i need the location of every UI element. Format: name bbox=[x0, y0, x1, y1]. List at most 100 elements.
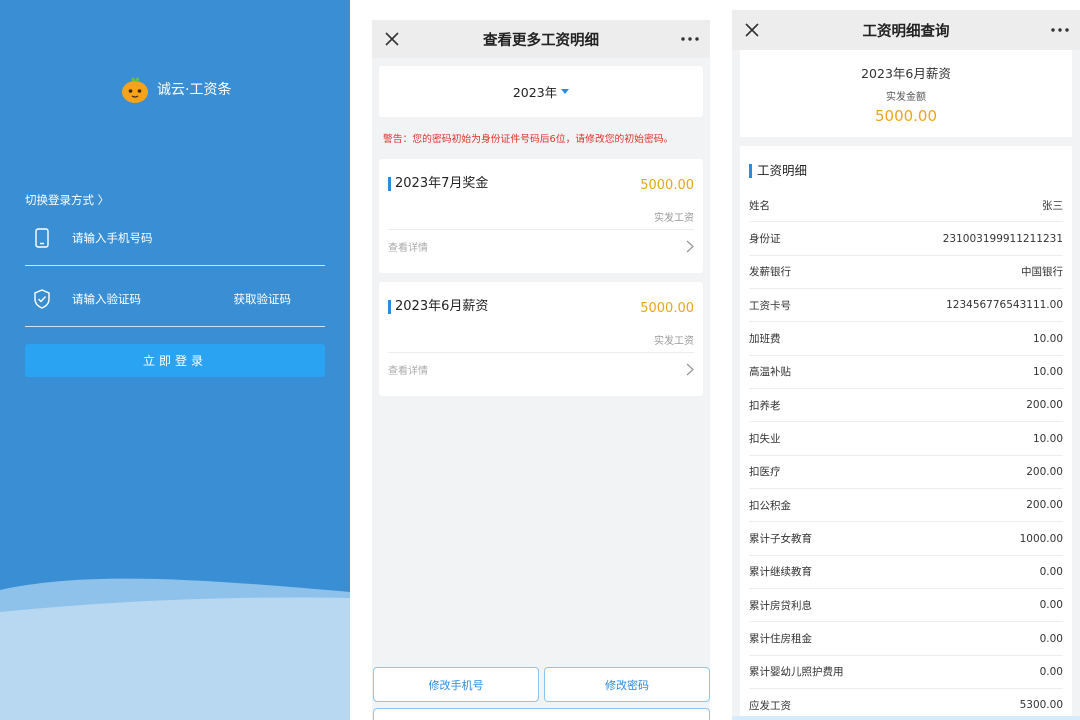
payslip-card: 2023年6月薪资 5000.00 实发工资 查看详情 bbox=[379, 282, 703, 396]
row-value: 0.00 bbox=[1039, 665, 1063, 678]
detail-row: 姓名 张三 bbox=[749, 189, 1063, 223]
navbar: 工资明细查询 bbox=[732, 10, 1080, 50]
paid-amount-label: 实发金额 bbox=[886, 92, 926, 103]
row-value: 0.00 bbox=[1039, 599, 1063, 612]
detail-rows: 姓名 张三 身份证 231003199911211231 发薪银行 中国银行 工资卡号… bbox=[749, 189, 1063, 720]
year-value: 2023年 bbox=[512, 85, 558, 100]
row-label: 发薪银行 bbox=[749, 266, 791, 279]
detail-row: 扣公积金 200.00 bbox=[749, 489, 1063, 523]
detail-row: 扣失业 10.00 bbox=[749, 422, 1063, 456]
detail-row: 累计住房租金 0.00 bbox=[749, 622, 1063, 656]
row-value: 5300.00 bbox=[1019, 699, 1063, 712]
bottom-edge bbox=[732, 716, 1080, 720]
page-title: 工资明细查询 bbox=[862, 23, 950, 40]
row-value: 10.00 bbox=[1032, 332, 1063, 345]
row-value: 10.00 bbox=[1032, 365, 1063, 378]
pay-month: 2023年6月薪资 bbox=[861, 66, 951, 81]
brand-name: 诚云·工资条 bbox=[157, 82, 232, 98]
orange-mascot-logo bbox=[122, 77, 148, 103]
detail-row: 高温补贴 10.00 bbox=[749, 356, 1063, 390]
row-label: 应发工资 bbox=[749, 699, 791, 712]
switch-login-method-link[interactable]: 切换登录方式 〉 bbox=[25, 192, 109, 208]
year-selector[interactable]: 2023年 bbox=[379, 66, 703, 117]
view-details-label: 查看详情 bbox=[388, 365, 428, 377]
detail-row: 加班费 10.00 bbox=[749, 322, 1063, 356]
view-details-label: 查看详情 bbox=[388, 242, 428, 254]
row-label: 累计子女教育 bbox=[749, 533, 812, 546]
payslip-list-screen: 查看更多工资明细 2023年 警告：您的密码初始为身份证件号码后6位，请修改您的… bbox=[372, 20, 710, 720]
detail-row: 工资卡号 123456776543111.00 bbox=[749, 289, 1063, 323]
caret-down-icon bbox=[561, 89, 570, 94]
pay-detail-card: 工资明细 姓名 张三 身份证 231003199911211231 发薪银行 中国银行… bbox=[740, 146, 1072, 720]
row-label: 工资卡号 bbox=[749, 299, 791, 312]
verification-code-input[interactable]: 请输入验证码 获取验证码 bbox=[25, 271, 325, 327]
brand: 诚云·工资条 bbox=[120, 74, 231, 104]
detail-row: 扣医疗 200.00 bbox=[749, 456, 1063, 490]
close-icon[interactable] bbox=[742, 23, 762, 37]
phone-input[interactable]: 请输入手机号码 bbox=[25, 210, 325, 266]
login-screen: 诚云·工资条 切换登录方式 〉 请输入手机号码 请输入验证码 获取验证码 立即登… bbox=[0, 0, 350, 720]
payslip-detail-screen: 工资明细查询 2023年6月薪资 实发金额 5000.00 工资明细 姓名 张三 … bbox=[732, 10, 1080, 720]
change-password-button[interactable]: 修改密码 bbox=[544, 667, 710, 702]
detail-row: 扣养老 200.00 bbox=[749, 389, 1063, 423]
more-icon[interactable] bbox=[680, 37, 700, 41]
row-label: 累计婴幼儿照护费用 bbox=[749, 666, 844, 679]
row-value: 200.00 bbox=[1026, 399, 1063, 412]
detail-row: 身份证 231003199911211231 bbox=[749, 222, 1063, 256]
detail-row: 累计继续教育 0.00 bbox=[749, 556, 1063, 590]
row-value: 0.00 bbox=[1039, 565, 1063, 578]
phone-placeholder: 请输入手机号码 bbox=[72, 230, 153, 245]
row-label: 扣公积金 bbox=[749, 499, 791, 512]
password-warning: 警告：您的密码初始为身份证件号码后6位，请修改您的初始密码。 bbox=[383, 134, 674, 145]
detail-row: 累计婴幼儿照护费用 0.00 bbox=[749, 656, 1063, 690]
row-label: 扣医疗 bbox=[749, 466, 781, 479]
payslip-type: 实发工资 bbox=[654, 336, 694, 347]
row-label: 姓名 bbox=[749, 199, 770, 212]
login-button[interactable]: 立即登录 bbox=[25, 344, 325, 377]
paid-amount: 5000.00 bbox=[874, 107, 938, 125]
row-value: 200.00 bbox=[1026, 465, 1063, 478]
row-label: 高温补贴 bbox=[749, 366, 791, 379]
pay-summary: 2023年6月薪资 实发金额 5000.00 bbox=[740, 50, 1072, 137]
view-details-link[interactable]: 查看详情 bbox=[388, 352, 694, 386]
row-label: 累计房贷利息 bbox=[749, 599, 812, 612]
detail-row: 发薪银行 中国银行 bbox=[749, 256, 1063, 290]
detail-row: 累计子女教育 1000.00 bbox=[749, 522, 1063, 556]
action-buttons: 修改手机号 修改密码 bbox=[372, 667, 710, 702]
row-value: 10.00 bbox=[1032, 432, 1063, 445]
section-title: 工资明细 bbox=[749, 164, 807, 178]
row-value: 1000.00 bbox=[1019, 532, 1063, 545]
row-value: 张三 bbox=[1042, 199, 1063, 212]
row-value: 231003199911211231 bbox=[942, 232, 1063, 245]
detail-row: 累计房贷利息 0.00 bbox=[749, 589, 1063, 623]
bottom-button-edge bbox=[373, 708, 710, 720]
wave-background bbox=[0, 578, 350, 720]
chevron-right-icon bbox=[686, 363, 694, 375]
view-details-link[interactable]: 查看详情 bbox=[388, 229, 694, 263]
payslip-card: 2023年7月奖金 5000.00 实发工资 查看详情 bbox=[379, 159, 703, 273]
row-label: 扣养老 bbox=[749, 399, 781, 412]
more-icon[interactable] bbox=[1050, 28, 1070, 32]
row-label: 扣失业 bbox=[749, 433, 781, 446]
row-label: 加班费 bbox=[749, 333, 781, 346]
row-label: 身份证 bbox=[749, 233, 781, 246]
code-placeholder: 请输入验证码 bbox=[72, 291, 141, 306]
shield-check-icon bbox=[25, 288, 59, 309]
row-value: 123456776543111.00 bbox=[946, 299, 1063, 312]
payslip-amount: 5000.00 bbox=[640, 301, 694, 316]
row-value: 中国银行 bbox=[1021, 266, 1063, 279]
navbar: 查看更多工资明细 bbox=[372, 20, 710, 58]
row-value: 200.00 bbox=[1026, 499, 1063, 512]
chevron-right-icon bbox=[686, 240, 694, 252]
close-icon[interactable] bbox=[382, 32, 402, 46]
row-value: 0.00 bbox=[1039, 632, 1063, 645]
change-phone-button[interactable]: 修改手机号 bbox=[373, 667, 539, 702]
payslip-title: 2023年7月奖金 bbox=[388, 177, 488, 191]
phone-icon bbox=[25, 227, 59, 248]
payslip-type: 实发工资 bbox=[654, 213, 694, 224]
page-title: 查看更多工资明细 bbox=[483, 32, 599, 49]
row-label: 累计住房租金 bbox=[749, 633, 812, 646]
row-label: 累计继续教育 bbox=[749, 566, 812, 579]
payslip-title: 2023年6月薪资 bbox=[388, 300, 488, 314]
get-code-button[interactable]: 获取验证码 bbox=[234, 291, 292, 307]
